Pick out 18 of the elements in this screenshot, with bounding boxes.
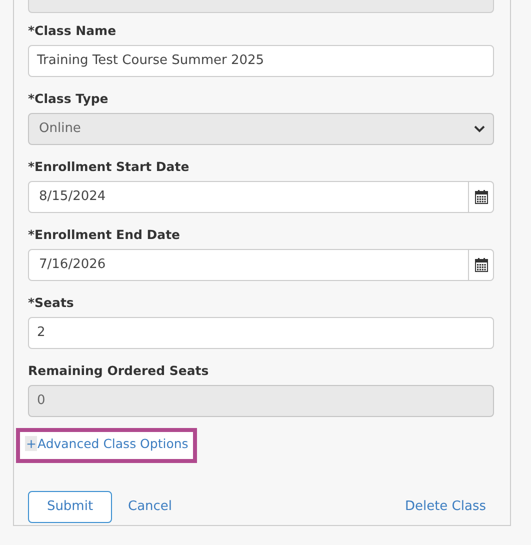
field-label: Remaining Ordered Seats xyxy=(28,363,209,379)
cancel-link[interactable]: Cancel xyxy=(128,496,172,516)
field-label: *Class Type xyxy=(28,91,108,107)
toggle-icon[interactable]: + xyxy=(25,436,38,451)
input-field[interactable]: Training Test Course Summer 2025 xyxy=(28,45,494,77)
calendar-icon[interactable] xyxy=(469,181,494,213)
chevron-icon xyxy=(474,125,485,133)
delete-class-link[interactable]: Delete Class xyxy=(404,496,486,516)
input-field[interactable]: 2 xyxy=(28,317,494,349)
submit-button[interactable]: Submit xyxy=(28,490,112,522)
advanced-options-link[interactable]: Advanced Class Options xyxy=(37,436,188,451)
field-label: *Class Name xyxy=(28,23,116,39)
field-label: *Enrollment End Date xyxy=(28,227,180,243)
field-label: *Enrollment Start Date xyxy=(28,159,190,175)
field-label: *Seats xyxy=(28,295,74,311)
date-field[interactable]: 7/16/2026 xyxy=(28,249,470,281)
date-field[interactable]: 8/15/2024 xyxy=(28,181,470,213)
calendar-icon[interactable] xyxy=(469,249,494,281)
